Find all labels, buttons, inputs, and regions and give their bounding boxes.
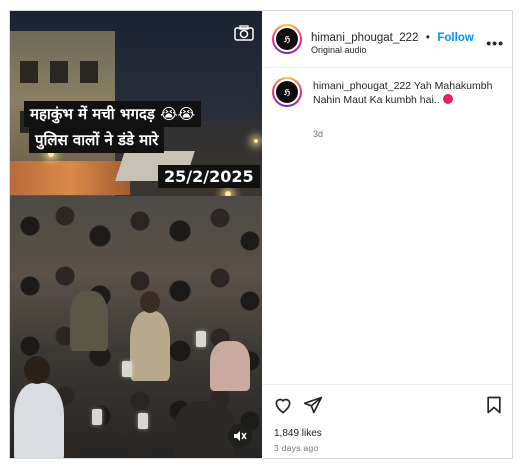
more-dots-icon: •••: [486, 35, 504, 51]
camera-icon[interactable]: [234, 25, 254, 41]
avatar[interactable]: ℌ: [272, 24, 302, 54]
video-person-head: [24, 356, 50, 384]
video-person: [70, 291, 108, 351]
video-phone: [196, 331, 206, 347]
video-person-head: [140, 291, 160, 313]
video-light: [254, 139, 258, 143]
mute-button[interactable]: [228, 424, 252, 448]
header-user-line: himani_phougat_222 • Follow: [311, 28, 474, 46]
follow-button[interactable]: Follow: [437, 32, 473, 44]
video-date-overlay: 25/2/2025: [158, 165, 260, 188]
post-header: ℌ himani_phougat_222 • Follow Original a…: [262, 11, 512, 68]
caption-avatar[interactable]: ℌ: [272, 77, 302, 107]
caption-text-block: himani_phougat_222 Yah Mahakumbh Nahin M…: [313, 79, 503, 107]
video-phone: [92, 409, 102, 425]
video-caption-line1: महाकुंभ में मची भगदड़ 😭😭: [24, 101, 202, 127]
bookmark-icon[interactable]: [484, 395, 504, 415]
post-video[interactable]: महाकुंभ में मची भगदड़ 😭😭 पुलिस वालों ने …: [10, 11, 262, 458]
post-actions: 1,849 likes 3 days ago: [262, 384, 512, 458]
video-person: [14, 383, 64, 458]
video-person: [210, 341, 250, 391]
more-options-button[interactable]: •••: [486, 35, 504, 51]
video-person: [130, 311, 170, 381]
speaker-muted-icon: [234, 431, 247, 441]
original-audio-link[interactable]: Original audio: [311, 45, 367, 55]
instagram-post: महाकुंभ में मची भगदड़ 😭😭 पुलिस वालों ने …: [9, 10, 513, 459]
cursing-face-emoji-icon: [442, 94, 453, 105]
video-phone: [122, 361, 132, 377]
video-phone: [138, 413, 148, 429]
header-username[interactable]: himani_phougat_222: [311, 32, 418, 44]
video-caption-line2: पुलिस वालों ने डंडे मारे: [29, 127, 165, 153]
share-icon[interactable]: [303, 395, 323, 415]
heart-icon[interactable]: [273, 395, 293, 415]
caption-username[interactable]: himani_phougat_222: [313, 80, 411, 92]
caption-timestamp[interactable]: 3d: [313, 129, 323, 139]
post-date: 3 days ago: [274, 443, 319, 453]
video-shopfront: [10, 161, 130, 195]
video-person: [175, 401, 235, 458]
likes-count[interactable]: 1,849 likes: [274, 428, 322, 439]
separator-dot: •: [425, 32, 430, 44]
post-details-panel: ℌ himani_phougat_222 • Follow Original a…: [262, 11, 512, 458]
